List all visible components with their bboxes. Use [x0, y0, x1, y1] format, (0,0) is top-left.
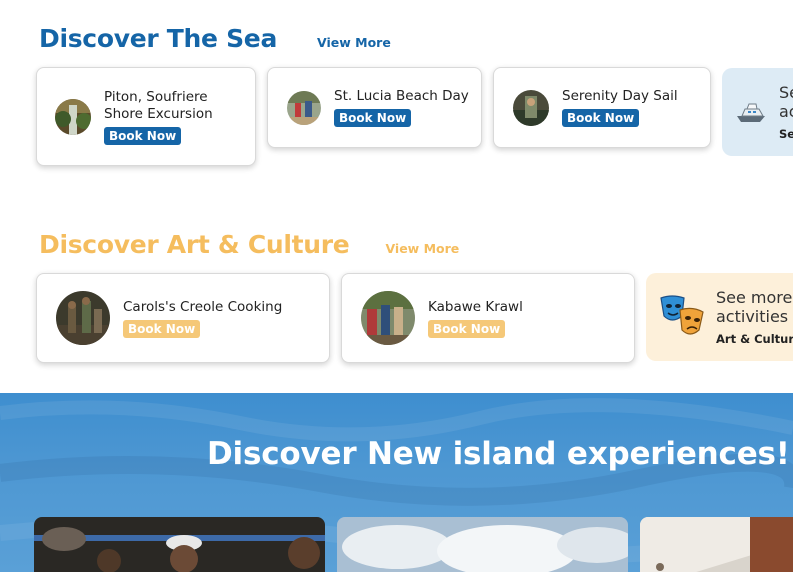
see-more-text-line2: activities [716, 307, 789, 326]
book-now-button[interactable]: Book Now [334, 109, 412, 127]
experience-photo [640, 517, 793, 572]
see-more-text: See more [716, 288, 793, 307]
activity-title-line2: Shore Excursion [104, 105, 213, 122]
activity-title: Piton, Soufriere [104, 88, 208, 105]
experience-photo [337, 517, 628, 572]
activity-card-piton[interactable]: Piton, Soufriere Shore Excursion Book No… [36, 67, 256, 166]
theater-masks-icon [658, 294, 706, 340]
art-see-more-card[interactable]: See more activities Art & Culture [646, 273, 793, 361]
book-now-button[interactable]: Book Now [104, 126, 182, 145]
activity-thumbnail [361, 291, 415, 345]
yacht-icon [735, 100, 769, 124]
book-now-button[interactable]: Book Now [123, 319, 201, 338]
activity-card-beach-day[interactable]: St. Lucia Beach Day Book Now [267, 67, 482, 148]
activity-thumbnail [513, 89, 549, 126]
activity-card-serenity-sail[interactable]: Serenity Day Sail Book Now [493, 67, 711, 148]
activity-card-creole-cooking[interactable]: Carols's Creole Cooking Book Now [36, 273, 330, 363]
experience-card-1[interactable] [34, 517, 325, 572]
art-section-title: Discover Art & Culture [39, 230, 350, 259]
activity-title: Carols's Creole Cooking [123, 298, 283, 315]
see-more-category: Se [779, 127, 793, 141]
see-more-text-line2: ac [779, 102, 793, 121]
activity-thumbnail [56, 291, 110, 345]
see-more-category: Art & Culture [716, 332, 793, 346]
activity-thumbnail [55, 98, 91, 135]
activity-title: St. Lucia Beach Day [334, 88, 469, 104]
sea-see-more-card[interactable]: Se ac Se [722, 68, 793, 156]
sea-section-header: Discover The Sea View More [39, 24, 391, 53]
experience-photo [34, 517, 325, 572]
banner-title: Discover New island experiences! [207, 436, 790, 472]
see-more-text: Se [779, 83, 793, 102]
book-now-button[interactable]: Book Now [562, 109, 640, 127]
experience-card-3[interactable] [640, 517, 793, 572]
sea-section-title: Discover The Sea [39, 24, 278, 53]
activity-title: Kabawe Krawl [428, 298, 523, 315]
activity-title: Serenity Day Sail [562, 88, 678, 104]
book-now-button[interactable]: Book Now [428, 319, 506, 338]
art-view-more-link[interactable]: View More [385, 241, 459, 256]
experience-card-2[interactable] [337, 517, 628, 572]
sea-view-more-link[interactable]: View More [317, 35, 391, 50]
art-section-header: Discover Art & Culture View More [39, 230, 459, 259]
activity-thumbnail [287, 90, 321, 125]
activity-card-kabawe-krawl[interactable]: Kabawe Krawl Book Now [341, 273, 635, 363]
